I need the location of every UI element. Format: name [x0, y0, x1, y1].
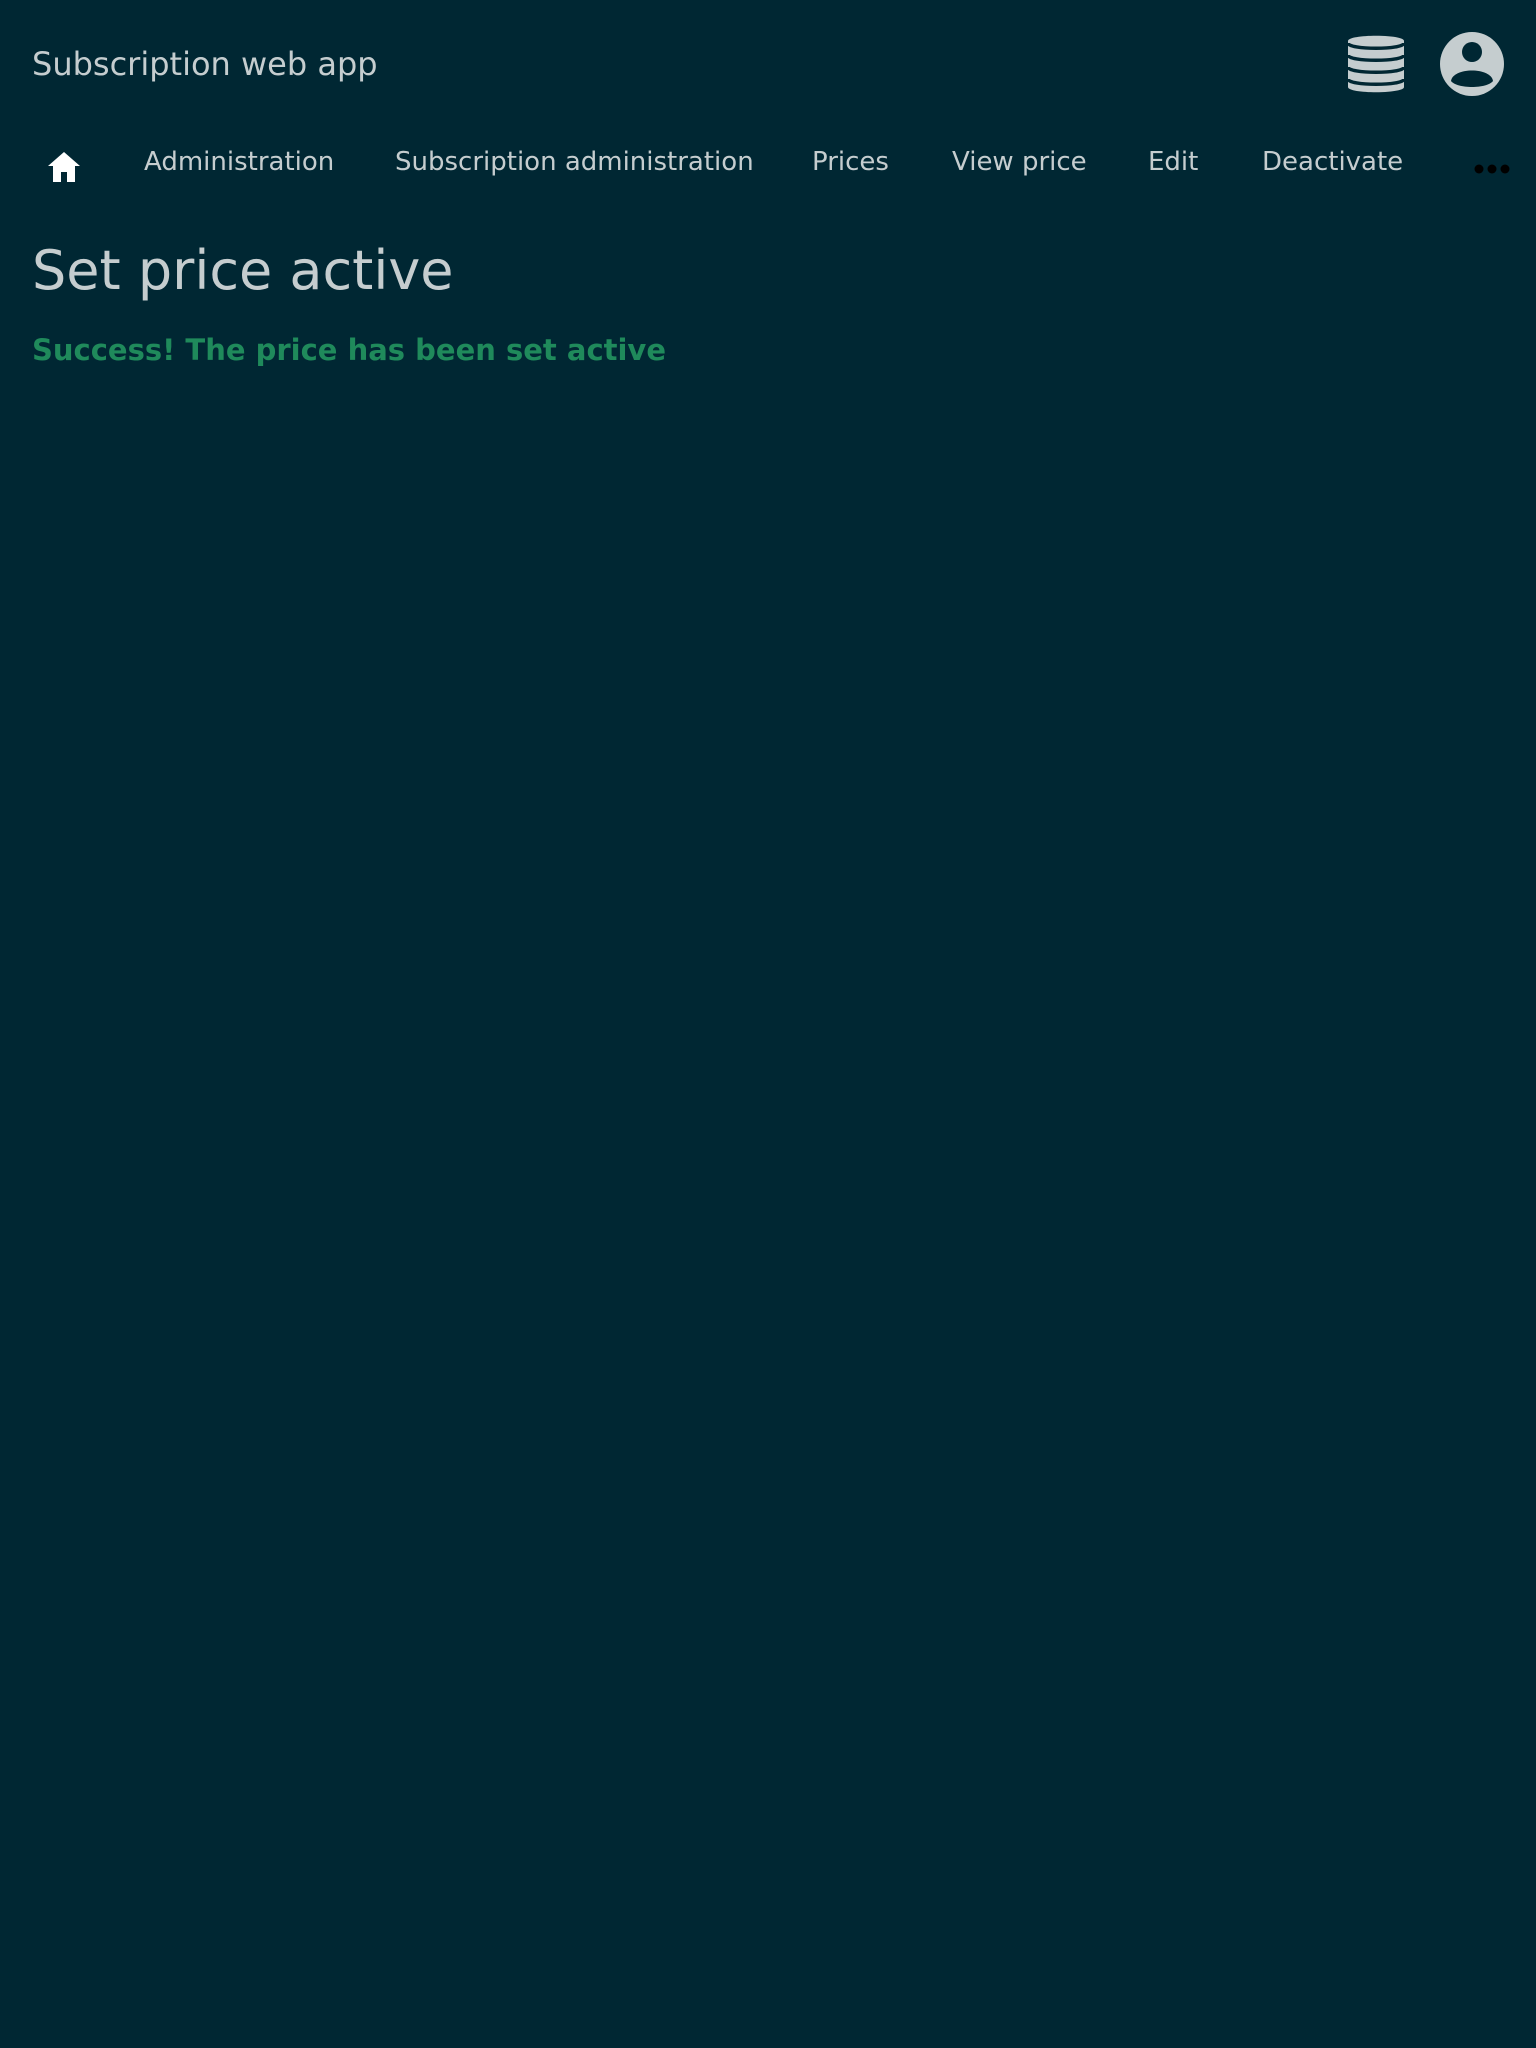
- nav-item-administration[interactable]: Administration: [144, 144, 334, 180]
- breadcrumb-nav: Administration Subscription administrati…: [0, 128, 1536, 198]
- nav-item-edit[interactable]: Edit: [1148, 144, 1198, 180]
- app-header: Subscription web app: [0, 0, 1536, 128]
- app-title[interactable]: Subscription web app: [32, 40, 378, 88]
- account-circle-icon[interactable]: [1439, 31, 1505, 97]
- nav-item-prices[interactable]: Prices: [812, 144, 889, 180]
- home-icon[interactable]: [46, 150, 82, 184]
- database-icon[interactable]: [1346, 31, 1406, 97]
- more-horizontal-icon[interactable]: [1474, 160, 1510, 174]
- page: Subscription web app Administration Subs…: [0, 0, 1536, 2048]
- nav-item-deactivate[interactable]: Deactivate: [1262, 144, 1403, 180]
- page-title: Set price active: [32, 239, 454, 302]
- nav-item-view-price[interactable]: View price: [952, 144, 1087, 180]
- success-message: Success! The price has been set active: [32, 333, 667, 367]
- nav-item-subscription-administration[interactable]: Subscription administration: [395, 144, 754, 180]
